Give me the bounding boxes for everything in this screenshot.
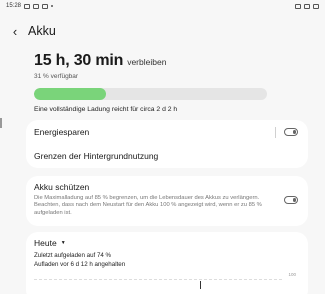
divider — [275, 126, 276, 138]
battery-icon — [313, 3, 319, 9]
gallery-icon — [24, 3, 31, 9]
axis-max-label: 100 — [288, 272, 296, 277]
protect-battery-card[interactable]: Akku schützen Die Maximalladung auf 85 %… — [26, 176, 308, 226]
background-limits-label: Grenzen der Hintergrundnutzung — [34, 151, 159, 161]
last-charged-text: Zuletzt aufgeladen auf 74 % — [34, 252, 112, 259]
remaining-label: verbleiben — [127, 57, 167, 67]
back-button[interactable]: ‹ — [10, 23, 20, 39]
battery-level-bar — [34, 88, 267, 100]
settings-card: Energiesparen Grenzen der Hintergrundnut… — [26, 120, 308, 168]
period-dropdown[interactable]: Heute ▼ — [34, 238, 300, 248]
battery-summary: 15 h, 30 min verbleiben 31 % verfügbar E… — [0, 52, 325, 113]
period-label: Heute — [34, 238, 57, 248]
status-bar: 15:28 — [0, 0, 325, 12]
usage-chart: 100 — [34, 272, 300, 289]
background-limits-row[interactable]: Grenzen der Hintergrundnutzung — [26, 144, 308, 168]
wifi-icon — [304, 3, 310, 9]
protect-battery-title: Akku schützen — [34, 182, 90, 192]
power-saving-label: Energiesparen — [34, 127, 90, 137]
usage-card: Heute ▼ Zuletzt aufgeladen auf 74 % Aufl… — [26, 232, 308, 294]
battery-level-fill — [34, 88, 107, 100]
mail-icon — [42, 3, 49, 9]
power-saving-row[interactable]: Energiesparen — [26, 120, 308, 144]
page-title: Akku — [28, 24, 56, 38]
chevron-left-icon: ‹ — [12, 23, 18, 39]
edge-marker — [0, 118, 2, 128]
current-time-marker — [200, 281, 201, 289]
power-saving-toggle[interactable] — [284, 128, 298, 136]
app-bar: ‹ Akku — [0, 18, 325, 44]
gridline — [34, 279, 282, 280]
protect-battery-description: Die Maximalladung auf 85 % begrenzen, um… — [34, 195, 262, 216]
full-charge-estimate: Eine vollständige Ladung reicht für circ… — [34, 106, 178, 113]
caret-down-icon: ▼ — [60, 240, 66, 246]
available-percent: 31 % verfügbar — [34, 73, 79, 80]
image-icon — [33, 3, 40, 9]
charging-stopped-text: Aufladen vor 6 d 12 h angehalten — [34, 261, 126, 268]
mute-icon — [295, 3, 301, 9]
protect-battery-toggle[interactable] — [284, 196, 298, 204]
notification-dot-icon — [51, 5, 54, 7]
remaining-time: 15 h, 30 min — [34, 52, 124, 69]
status-time: 15:28 — [6, 3, 22, 9]
